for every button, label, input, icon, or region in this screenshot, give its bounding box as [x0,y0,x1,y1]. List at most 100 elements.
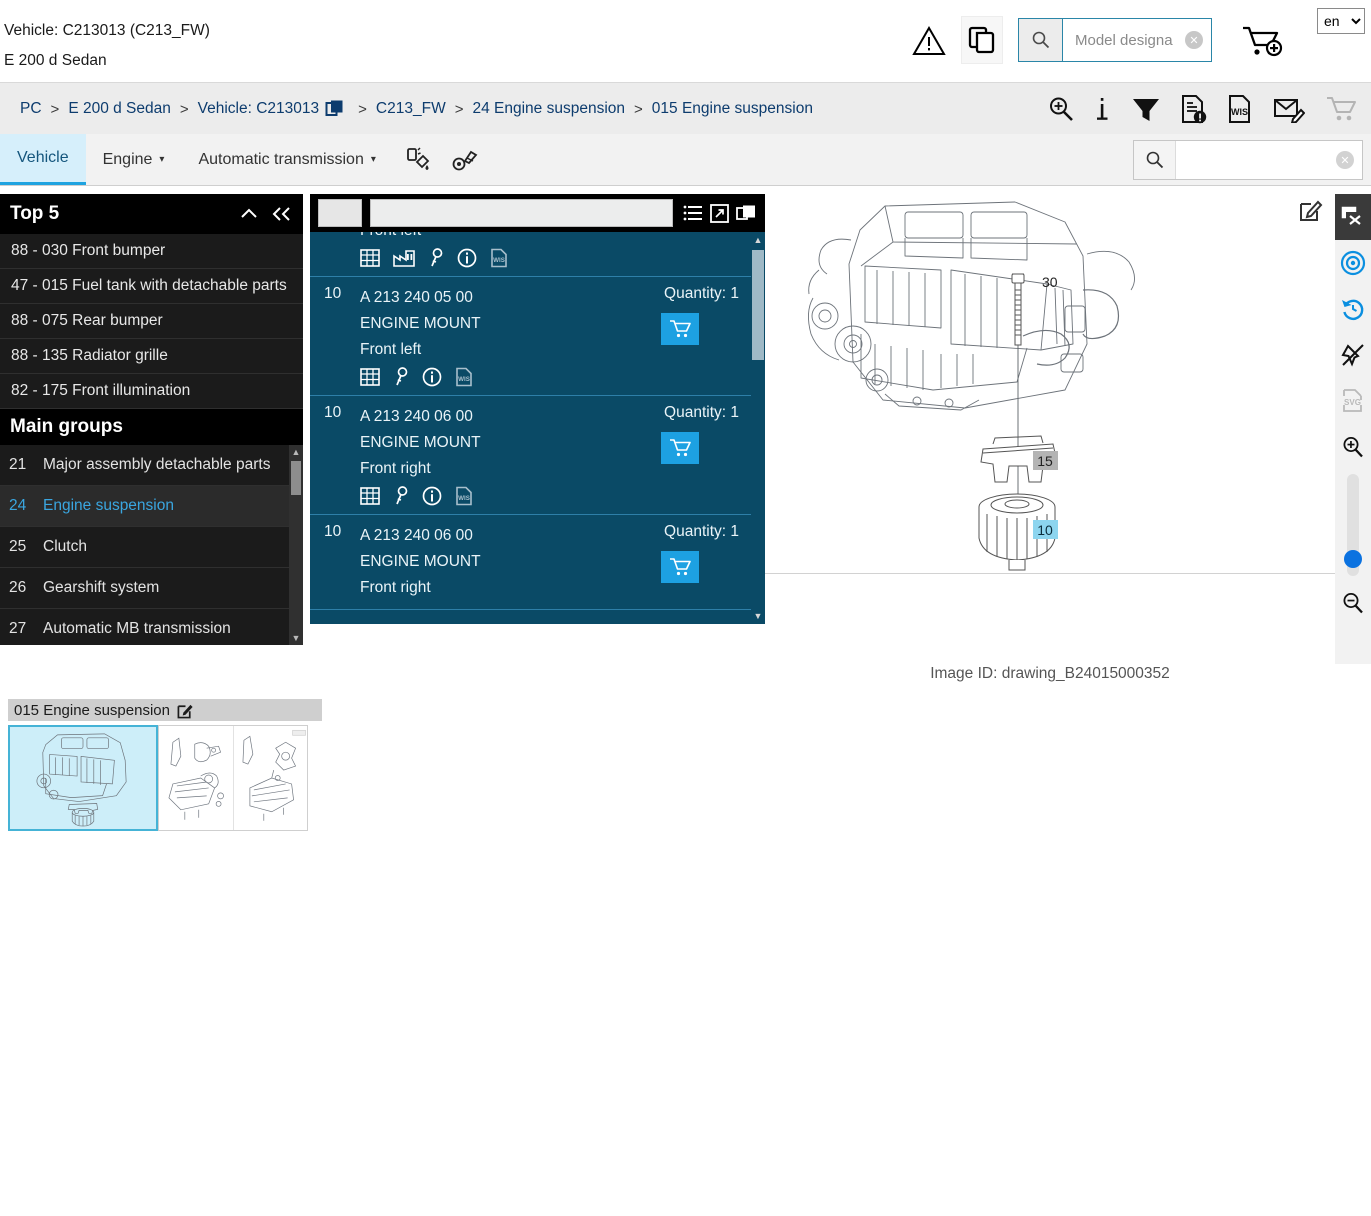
table-icon[interactable] [360,249,380,267]
parts-scrollbar[interactable]: ▲ ▼ [751,232,765,624]
part-row[interactable]: 10 A 213 240 05 00 ENGINE MOUNT Front le… [310,277,765,396]
unpin-icon[interactable] [1335,332,1371,378]
main-group-item-27[interactable]: 27 Automatic MB transmission [0,609,303,645]
thumbnail-engine-mount-detail-2[interactable] [232,726,308,830]
bolt-fastener-icon[interactable] [441,134,489,185]
expand-icon[interactable] [710,203,729,223]
breadcrumb-separator: > [634,100,643,118]
model-designation-search[interactable]: Model designa ✕ [1018,18,1212,62]
mail-edit-icon[interactable] [1273,95,1305,123]
add-to-cart-icon[interactable] [661,551,699,583]
main-group-item-24[interactable]: 24 Engine suspension [0,486,303,527]
info-icon[interactable] [1095,95,1111,123]
table-icon[interactable] [360,487,380,505]
tab-automatic-transmission[interactable]: Automatic transmission ▾ [181,134,392,185]
zoom-slider[interactable] [1335,470,1371,580]
zoom-out-icon[interactable] [1335,580,1371,626]
chevron-up-icon[interactable] [239,204,259,224]
zoom-in-icon[interactable] [1335,424,1371,470]
scroll-up-icon[interactable]: ▲ [751,232,765,248]
parts-filter-box[interactable] [318,199,362,227]
main-group-number: 27 [9,620,27,637]
filter-icon[interactable] [1131,95,1161,123]
add-to-cart-icon[interactable] [661,313,699,345]
breadcrumb: PC > E 200 d Sedan > Vehicle: C213013 > … [20,83,813,135]
thumbnail-engine-suspension-overview[interactable] [8,725,158,831]
target-focus-icon[interactable] [1335,240,1371,286]
breadcrumb-item-chassis[interactable]: C213_FW [376,100,446,118]
wis-document-icon[interactable]: WIS [1227,94,1253,124]
svg-text:WIS: WIS [493,257,505,264]
tab-vehicle[interactable]: Vehicle [0,134,86,185]
scroll-up-icon[interactable]: ▲ [289,445,303,459]
top5-list: 88 - 030 Front bumper 47 - 015 Fuel tank… [0,234,303,409]
wis-icon[interactable]: WIS [490,248,508,268]
engine-suspension-drawing[interactable]: 30 15 10 50 [765,194,1335,572]
parts-search-input[interactable]: ✕ [1176,141,1362,179]
top5-item-2[interactable]: 88 - 075 Rear bumper [0,304,303,339]
breadcrumb-item-group[interactable]: 24 Engine suspension [472,100,625,118]
scrollbar-thumb[interactable] [291,461,301,495]
parts-search[interactable]: ✕ [1133,140,1363,180]
part-row[interactable]: Front left [310,232,765,277]
list-view-icon[interactable] [683,204,703,222]
wis-icon[interactable]: WIS [455,486,473,506]
copy-icon[interactable] [325,99,345,119]
breadcrumb-item-model[interactable]: E 200 d Sedan [68,100,171,118]
parts-filter-input[interactable] [370,199,673,227]
table-icon[interactable] [360,368,380,386]
wis-icon[interactable]: WIS [455,367,473,387]
duplicate-window-icon[interactable] [736,204,757,223]
main-group-number: 26 [9,579,27,596]
scroll-down-icon[interactable]: ▼ [289,631,303,645]
top5-item-4[interactable]: 82 - 175 Front illumination [0,374,303,409]
part-row[interactable]: 10 A 213 240 06 00 ENGINE MOUNT Front ri… [310,515,765,610]
model-designation-input[interactable]: Model designa ✕ [1063,19,1211,61]
document-alert-icon[interactable] [1181,94,1207,124]
scrollbar-thumb[interactable] [752,250,764,360]
zoom-slider-handle[interactable] [1344,550,1362,568]
main-group-item-21[interactable]: 21 Major assembly detachable parts [0,445,303,486]
clear-x-icon[interactable]: ✕ [1185,31,1203,49]
thumbnail-engine-mount-detail-1[interactable] [159,726,233,830]
double-chevron-left-icon[interactable] [271,204,293,224]
key-icon[interactable] [428,248,444,268]
search-icon[interactable] [1134,141,1176,179]
breadcrumb-item-subgroup[interactable]: 015 Engine suspension [652,100,813,118]
close-window-icon[interactable] [1335,194,1371,240]
warning-triangle-icon[interactable] [912,25,946,57]
main-groups-title: Main groups [10,416,123,437]
tab-engine[interactable]: Engine ▾ [86,134,182,185]
top5-item-3[interactable]: 88 - 135 Radiator grille [0,339,303,374]
info-icon[interactable] [422,486,442,506]
main-groups-scrollbar[interactable]: ▲ ▼ [289,445,303,645]
cart-icon[interactable] [1325,95,1357,123]
breadcrumb-item-vehicle[interactable]: Vehicle: C213013 [198,100,320,118]
scroll-down-icon[interactable]: ▼ [751,608,765,624]
undo-history-icon[interactable] [1335,286,1371,332]
key-icon[interactable] [393,367,409,387]
info-icon[interactable] [457,248,477,268]
copy-documents-icon[interactable] [961,16,1003,64]
language-selector[interactable]: en [1317,8,1365,34]
edit-pencil-icon[interactable] [177,702,194,719]
callout-30: 30 [1042,274,1058,290]
top5-item-0[interactable]: 88 - 030 Front bumper [0,234,303,269]
svg-export-icon[interactable]: SVG [1335,378,1371,424]
info-icon[interactable] [422,367,442,387]
paint-color-icon[interactable] [393,134,441,185]
main-group-item-26[interactable]: 26 Gearshift system [0,568,303,609]
key-icon[interactable] [393,486,409,506]
main-group-item-25[interactable]: 25 Clutch [0,527,303,568]
clear-x-icon[interactable]: ✕ [1336,151,1354,169]
breadcrumb-item-pc[interactable]: PC [20,100,42,118]
part-row[interactable]: 10 A 213 240 06 00 ENGINE MOUNT Front ri… [310,396,765,515]
factory-icon[interactable] [393,249,415,267]
thumbnail-engine-mount-details[interactable] [158,725,308,831]
cart-add-icon[interactable] [1240,24,1286,60]
zoom-in-icon[interactable] [1047,95,1075,123]
search-icon[interactable] [1019,19,1063,61]
add-to-cart-icon[interactable] [661,432,699,464]
viewer-toolbar: SVG [1335,194,1371,664]
top5-item-1[interactable]: 47 - 015 Fuel tank with detachable parts [0,269,303,304]
